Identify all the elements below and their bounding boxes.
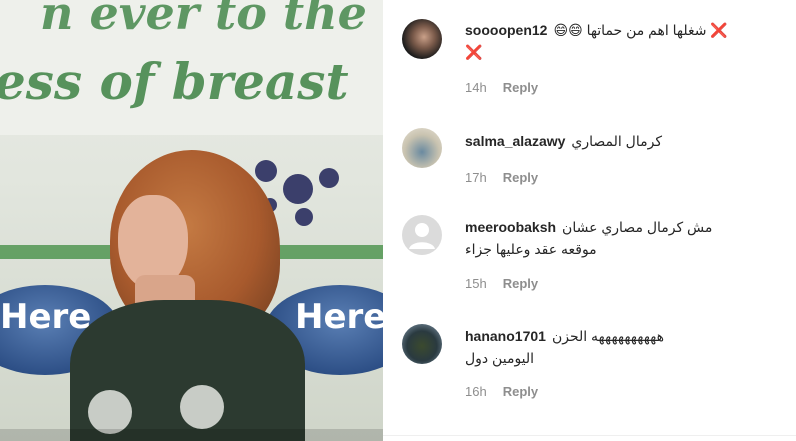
comment-meta: 14h Reply xyxy=(465,80,785,95)
avatar[interactable] xyxy=(402,324,442,364)
avatar[interactable] xyxy=(402,19,442,59)
comment-text-line2: اليومين دول xyxy=(465,350,535,366)
comment-time[interactable]: 16h xyxy=(465,384,487,399)
person-dress xyxy=(70,300,305,441)
reply-button[interactable]: Reply xyxy=(503,170,538,185)
comment-username[interactable]: soooopen12 xyxy=(465,22,547,38)
comment-time[interactable]: 15h xyxy=(465,276,487,291)
comment-text: salma_alazawy كرمال المصاري xyxy=(465,130,785,152)
comment-text-line2: موقعه عقد وعليها جزاء xyxy=(465,241,597,257)
comments-panel: soooopen12 😄😄 شغلها اهم من حماتها ❌ ❌ 14h… xyxy=(383,0,796,441)
comment-message: كرمال المصاري xyxy=(571,133,662,149)
comment-message: 😄😄 شغلها اهم من حماتها ❌ xyxy=(553,22,728,38)
reply-button[interactable]: Reply xyxy=(503,384,538,399)
avatar[interactable] xyxy=(402,215,442,255)
comment-meta: 17h Reply xyxy=(465,170,785,185)
comment-body: soooopen12 😄😄 شغلها اهم من حماتها ❌ ❌ 14h… xyxy=(465,19,785,95)
comment-message: مش كرمال مصاري عشان xyxy=(562,219,713,235)
comment-time[interactable]: 17h xyxy=(465,170,487,185)
video-controls-bar[interactable] xyxy=(0,429,383,441)
banner-text-line1: n ever to the xyxy=(40,0,367,40)
banner-text-line2: ess of breast xyxy=(0,52,349,111)
default-avatar-icon xyxy=(409,223,435,249)
avatar[interactable] xyxy=(402,128,442,168)
comment-meta: 16h Reply xyxy=(465,384,785,399)
comment-text: soooopen12 😄😄 شغلها اهم من حماتها ❌ xyxy=(465,19,785,41)
comment-username[interactable]: meeroobaksh xyxy=(465,219,556,235)
comment-text: hanano1701 ههههههههههه الحزن xyxy=(465,325,785,347)
comment-time[interactable]: 14h xyxy=(465,80,487,95)
comment-body: hanano1701 ههههههههههه الحزن اليومين دول … xyxy=(465,325,785,399)
reply-button[interactable]: Reply xyxy=(503,276,538,291)
comment-username[interactable]: salma_alazawy xyxy=(465,133,565,149)
comment-body: meeroobaksh مش كرمال مصاري عشان موقعه عقد… xyxy=(465,216,785,291)
comment-text-line2: ❌ xyxy=(465,44,483,60)
comment-username[interactable]: hanano1701 xyxy=(465,328,546,344)
comment-message: ههههههههههه الحزن xyxy=(551,328,664,344)
reply-button[interactable]: Reply xyxy=(503,80,538,95)
divider xyxy=(383,435,796,436)
comment-body: salma_alazawy كرمال المصاري 17h Reply xyxy=(465,130,785,185)
comment-text: meeroobaksh مش كرمال مصاري عشان xyxy=(465,216,785,238)
comment-meta: 15h Reply xyxy=(465,276,785,291)
post-media-image[interactable]: n ever to the ess of breast Here Here xyxy=(0,0,383,441)
